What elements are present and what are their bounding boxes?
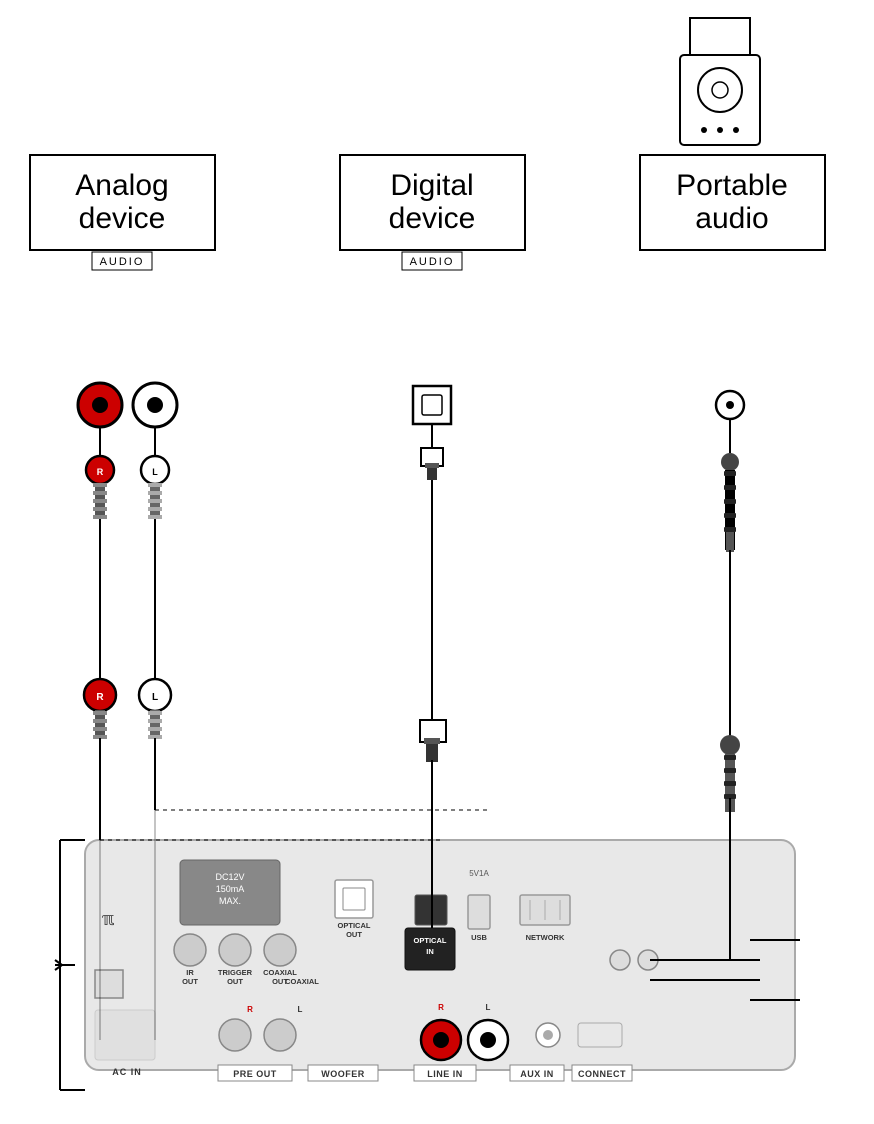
svg-text:AUDIO: AUDIO <box>100 256 145 268</box>
jack-plug-top <box>721 453 739 552</box>
svg-text:AUDIO: AUDIO <box>410 256 455 268</box>
svg-text:Portable: Portable <box>676 169 788 202</box>
portable-audio-label: Portable audio <box>640 155 825 250</box>
svg-text:Digital: Digital <box>390 169 473 202</box>
rca-plug-white: L <box>141 456 169 519</box>
svg-text:R: R <box>247 1005 253 1014</box>
optical-socket-top <box>413 386 451 424</box>
svg-text:TRIGGER: TRIGGER <box>218 968 253 977</box>
svg-text:R: R <box>97 467 104 477</box>
svg-text:OUT: OUT <box>227 977 243 986</box>
rca-plug-red: R <box>86 456 114 519</box>
portable-device-icon <box>680 18 760 145</box>
svg-text:USB: USB <box>471 933 487 942</box>
digital-device-label: Digital device AUDIO <box>340 155 525 270</box>
svg-text:CONNECT: CONNECT <box>578 1069 626 1079</box>
svg-text:NETWORK: NETWORK <box>526 933 565 942</box>
svg-text:LINE IN: LINE IN <box>427 1069 463 1079</box>
svg-text:R: R <box>438 1003 444 1012</box>
jack-socket-top <box>716 391 744 419</box>
optical-plug-top <box>421 448 443 480</box>
svg-text:OUT: OUT <box>346 930 362 939</box>
svg-text:OUT: OUT <box>182 977 198 986</box>
svg-text:COAXIAL: COAXIAL <box>263 968 297 977</box>
svg-text:device: device <box>389 202 476 235</box>
svg-text:device: device <box>79 202 166 235</box>
svg-text:OPTICAL: OPTICAL <box>338 921 371 930</box>
svg-text:5V1A: 5V1A <box>469 869 489 878</box>
svg-text:150mA: 150mA <box>216 884 245 894</box>
svg-text:PRE OUT: PRE OUT <box>233 1069 277 1079</box>
svg-text:ℼ: ℼ <box>102 909 115 929</box>
optical-plug-bottom <box>420 720 446 762</box>
svg-text:L: L <box>152 692 158 703</box>
rca-socket-red <box>78 383 122 427</box>
svg-text:IN: IN <box>426 947 434 956</box>
svg-text:Analog: Analog <box>75 169 168 202</box>
svg-text:AUX IN: AUX IN <box>520 1069 554 1079</box>
rca-socket-white <box>133 383 177 427</box>
receiver-back-panel: ℼ DC12V 150mA MAX. IR OUT TRIGGER OUT CO… <box>85 840 800 1081</box>
svg-text:IR: IR <box>186 968 194 977</box>
svg-text:L: L <box>298 1005 303 1014</box>
svg-text:OPTICAL: OPTICAL <box>414 936 447 945</box>
svg-text:AC IN: AC IN <box>112 1067 142 1077</box>
svg-text:WOOFER: WOOFER <box>321 1069 365 1079</box>
coaxial-label: COAXIAL <box>285 977 319 986</box>
svg-text:L: L <box>486 1003 491 1012</box>
rca-plug-white-bottom: L <box>139 679 171 739</box>
svg-text:L: L <box>152 467 158 477</box>
svg-text:DC12V: DC12V <box>215 872 244 882</box>
svg-text:MAX.: MAX. <box>219 896 241 906</box>
svg-text:audio: audio <box>695 202 768 235</box>
svg-text:R: R <box>96 692 104 703</box>
rca-plug-red-bottom: R <box>84 679 116 739</box>
analog-device-label: Analog device AUDIO <box>30 155 215 270</box>
